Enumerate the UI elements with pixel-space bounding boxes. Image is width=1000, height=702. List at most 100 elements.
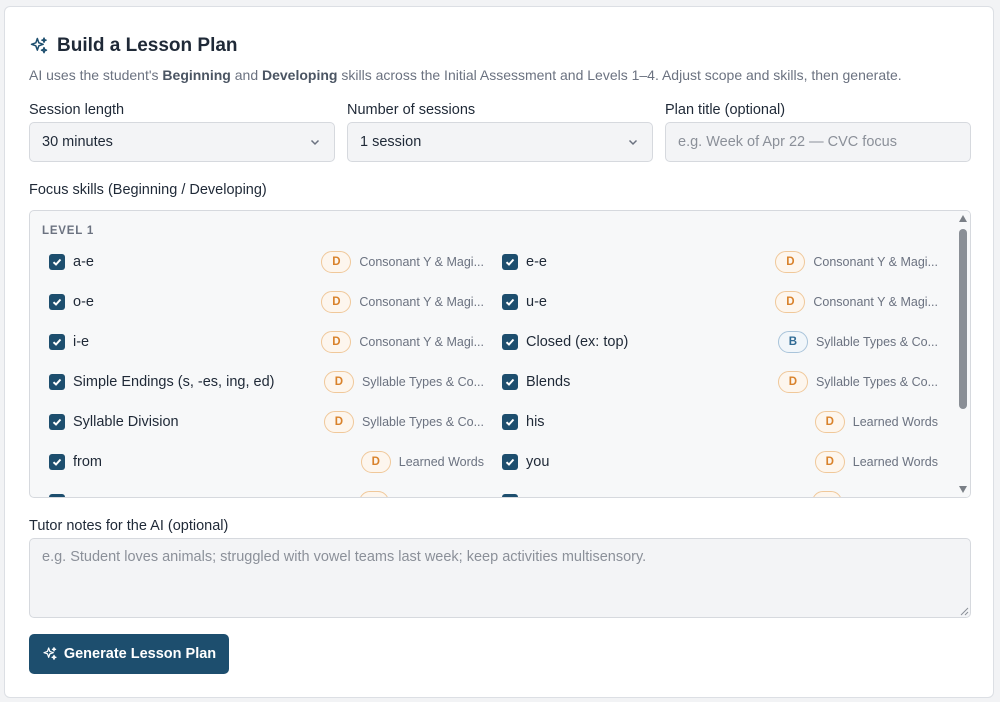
num-sessions-select[interactable]: 1 session (347, 122, 653, 162)
sparkles-icon (30, 37, 48, 54)
skill-category: Consonant Y & Magi... (359, 295, 484, 309)
session-length-value: 30 minutes (42, 134, 113, 150)
skill-checkbox[interactable]: his (502, 410, 545, 434)
skill-checkbox[interactable]: e-e (502, 250, 547, 274)
skill-checkbox-partial[interactable] (502, 490, 518, 497)
skill-checkbox-partial[interactable] (49, 490, 65, 497)
sparkles-icon (43, 647, 57, 660)
focus-skills-list[interactable]: LEVEL 1 a-e D Consonant Y & Magi... o-e … (29, 210, 971, 498)
tutor-notes-textarea[interactable] (29, 538, 971, 618)
check-icon (52, 458, 62, 466)
scroll-up-arrow[interactable] (959, 215, 967, 222)
skill-checkbox[interactable]: from (49, 450, 102, 474)
focus-skills-label: Focus skills (Beginning / Developing) (29, 182, 267, 198)
check-icon (52, 258, 62, 266)
plan-title-label: Plan title (optional) (665, 102, 786, 118)
skill-checkbox[interactable]: Closed (ex: top) (502, 330, 628, 354)
session-length-select[interactable]: 30 minutes (29, 122, 335, 162)
skill-category: Syllable Types & Co... (815, 375, 938, 389)
skill-checkbox[interactable]: Blends (502, 370, 570, 394)
session-length-label: Session length (29, 102, 125, 118)
skill-meta: D Learned Words (730, 410, 938, 434)
developing-badge-partial (359, 491, 389, 497)
skill-checkbox[interactable]: o-e (49, 290, 94, 314)
checkbox-checked[interactable] (49, 414, 65, 430)
skill-meta: D Syllable Types & Co... (280, 370, 484, 394)
scroll-down-arrow[interactable] (959, 486, 967, 493)
scrollbar[interactable] (956, 211, 970, 497)
developing-badge: D (814, 411, 845, 433)
check-icon (52, 338, 62, 346)
developing-badge-partial (812, 491, 842, 497)
skill-label: e-e (526, 254, 547, 270)
num-sessions-value: 1 session (360, 134, 422, 150)
skill-checkbox[interactable]: you (502, 450, 549, 474)
skill-checkbox[interactable]: Simple Endings (s, -es, ing, ed) (49, 370, 274, 394)
developing-badge: D (321, 291, 352, 313)
skill-category: Consonant Y & Magi... (359, 255, 484, 269)
skill-meta: D Consonant Y & Magi... (280, 250, 484, 274)
scrollbar-thumb[interactable] (959, 229, 967, 409)
skill-category: Learned Words (852, 455, 938, 469)
beginning-badge: B (777, 331, 808, 353)
skill-checkbox[interactable]: u-e (502, 290, 547, 314)
checkbox-checked[interactable] (49, 254, 65, 270)
skill-meta: D Learned Words (730, 450, 938, 474)
skill-checkbox[interactable]: i-e (49, 330, 89, 354)
check-icon (505, 298, 515, 306)
checkbox-checked[interactable] (49, 374, 65, 390)
generate-lesson-plan-button[interactable]: Generate Lesson Plan (29, 634, 229, 674)
checkbox-checked[interactable] (49, 454, 65, 470)
skill-meta: D Syllable Types & Co... (730, 370, 938, 394)
developing-badge: D (777, 371, 808, 393)
checkbox-checked[interactable] (502, 374, 518, 390)
check-icon (52, 298, 62, 306)
skill-category: Syllable Types & Co... (361, 375, 484, 389)
skill-label: you (526, 454, 550, 470)
skill-category: Consonant Y & Magi... (813, 255, 938, 269)
skill-label: a-e (73, 254, 94, 270)
skill-label: from (73, 454, 102, 470)
skill-meta: D Syllable Types & Co... (280, 410, 484, 434)
skill-label: Simple Endings (s, -es, ing, ed) (73, 374, 275, 390)
skill-label: i-e (73, 334, 90, 350)
developing-badge: D (814, 451, 845, 473)
checkbox-checked[interactable] (502, 494, 518, 497)
checkbox-checked[interactable] (49, 494, 65, 497)
skill-label: o-e (73, 294, 94, 310)
skill-category: Learned Words (398, 455, 484, 469)
resize-grip-icon[interactable] (959, 606, 969, 616)
checkbox-checked[interactable] (502, 334, 518, 350)
skill-label: Syllable Division (73, 414, 179, 430)
num-sessions-label: Number of sessions (347, 102, 476, 118)
skill-label: his (526, 414, 545, 430)
chevron-down-icon (628, 139, 638, 146)
skill-checkbox[interactable]: a-e (49, 250, 94, 274)
check-icon (52, 378, 62, 386)
skill-meta: D Consonant Y & Magi... (730, 290, 938, 314)
check-icon (505, 338, 515, 346)
skill-meta: D Learned Words (280, 450, 484, 474)
skill-category: Consonant Y & Magi... (359, 335, 484, 349)
skill-category: Syllable Types & Co... (361, 415, 484, 429)
chevron-down-icon (310, 139, 320, 146)
developing-badge: D (323, 411, 354, 433)
skill-checkbox[interactable]: Syllable Division (49, 410, 179, 434)
generate-button-label: Generate Lesson Plan (63, 646, 217, 662)
plan-title-input[interactable] (665, 122, 971, 162)
check-icon (505, 458, 515, 466)
checkbox-checked[interactable] (49, 334, 65, 350)
checkbox-checked[interactable] (502, 254, 518, 270)
lesson-plan-card: Build a Lesson Plan AI uses the student'… (4, 6, 994, 698)
page-title: Build a Lesson Plan (57, 35, 238, 56)
level-label: LEVEL 1 (42, 225, 95, 237)
checkbox-checked[interactable] (502, 294, 518, 310)
skill-category: Consonant Y & Magi... (813, 295, 938, 309)
skill-label: u-e (526, 294, 547, 310)
checkbox-checked[interactable] (502, 454, 518, 470)
check-icon (505, 418, 515, 426)
check-icon (505, 258, 515, 266)
developing-badge: D (321, 251, 352, 273)
checkbox-checked[interactable] (49, 294, 65, 310)
checkbox-checked[interactable] (502, 414, 518, 430)
